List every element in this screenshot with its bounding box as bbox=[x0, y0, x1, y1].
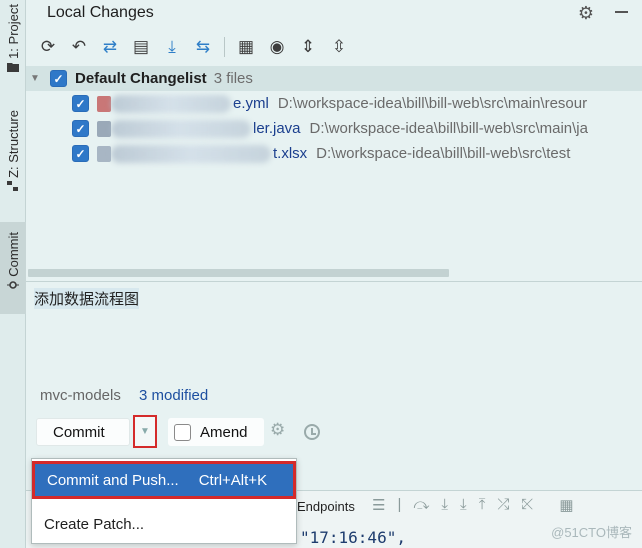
amend-label: Amend bbox=[200, 423, 248, 441]
step-over-icon[interactable]: ⤼ bbox=[413, 496, 429, 518]
step-into-icon[interactable]: ⤓ bbox=[441, 496, 448, 518]
tab-project[interactable]: 1: Project bbox=[0, 4, 26, 75]
branch-name: mvc-models bbox=[40, 387, 121, 404]
file-checkbox[interactable]: ✓ bbox=[72, 95, 89, 112]
history-icon[interactable] bbox=[304, 424, 320, 440]
panel-header: Local Changes ⚙ bbox=[26, 0, 642, 26]
horizontal-scrollbar[interactable] bbox=[28, 269, 449, 277]
modified-link[interactable]: 3 modified bbox=[139, 387, 208, 404]
force-step-icon[interactable]: ⤓ bbox=[460, 496, 467, 518]
endpoints-tab[interactable]: Endpoints bbox=[297, 499, 355, 514]
yaml-file-icon bbox=[97, 95, 111, 112]
file-checkbox[interactable]: ✓ bbox=[72, 145, 89, 162]
commit-options-popup: Commit and Push... Ctrl+Alt+K Create Pat… bbox=[31, 458, 297, 544]
file-path: D:\workspace-idea\bill\bill-web\src\main… bbox=[277, 95, 588, 112]
menu-item-create-patch[interactable]: Create Patch... bbox=[32, 505, 296, 543]
rollback-icon[interactable]: ↶ bbox=[66, 35, 92, 59]
folder-icon bbox=[7, 62, 19, 72]
shelve-icon[interactable]: ▤ bbox=[128, 35, 154, 59]
file-row[interactable]: ✓ t.xlsx D:\workspace-idea\bill\bill-web… bbox=[26, 141, 642, 166]
drop-frame-icon[interactable]: ⤮ bbox=[497, 496, 509, 518]
collapse-icon[interactable]: ⇳ bbox=[326, 35, 352, 59]
menu-item-commit-and-push[interactable]: Commit and Push... Ctrl+Alt+K bbox=[32, 461, 296, 499]
file-path: D:\workspace-idea\bill\bill-web\src\test bbox=[316, 145, 571, 162]
chevron-down-icon: ▼ bbox=[140, 426, 150, 437]
table-icon[interactable]: ▦ bbox=[559, 496, 573, 518]
blurred-filename bbox=[111, 119, 251, 138]
file-name: ler.java bbox=[253, 120, 301, 137]
amend-checkbox-control[interactable]: Amend bbox=[168, 418, 264, 446]
file-name: t.xlsx bbox=[273, 145, 308, 162]
diff-icon[interactable]: ⇄ bbox=[97, 35, 123, 59]
tab-structure[interactable]: Z: Structure bbox=[0, 110, 26, 194]
changelist-checkbox[interactable]: ✓ bbox=[50, 70, 67, 87]
separator-icon: | bbox=[397, 496, 402, 513]
commit-options-gear-icon[interactable]: ⚙ bbox=[270, 420, 285, 440]
collapse-arrow-icon[interactable]: ▼ bbox=[30, 73, 40, 84]
download-icon[interactable]: ⤓ bbox=[159, 35, 185, 59]
tool-window-strip: 1: Project Z: Structure Commit bbox=[0, 0, 26, 548]
expand-icon[interactable]: ⇕ bbox=[295, 35, 321, 59]
blurred-filename bbox=[111, 144, 271, 163]
run-to-cursor-icon[interactable]: ⤪ bbox=[521, 496, 533, 518]
file-checkbox[interactable]: ✓ bbox=[72, 120, 89, 137]
step-out-icon[interactable]: ⤒ bbox=[479, 496, 486, 518]
xlsx-file-icon bbox=[97, 145, 111, 162]
blurred-filename bbox=[111, 94, 231, 113]
commit-button[interactable]: Commit bbox=[36, 418, 130, 446]
menu-item-label: Commit and Push... bbox=[47, 471, 179, 489]
tab-commit-label: Commit bbox=[5, 232, 21, 277]
changes-tree: ▼ ✓ Default Changelist 3 files ✓ e.yml D… bbox=[26, 66, 642, 266]
changelist-name: Default Changelist bbox=[75, 70, 207, 87]
commit-icon bbox=[7, 280, 19, 289]
settings-gear-icon[interactable]: ⚙ bbox=[578, 3, 594, 24]
refresh-icon[interactable]: ⟳ bbox=[35, 35, 61, 59]
tab-commit[interactable]: Commit bbox=[0, 222, 26, 314]
watermark: @51CTO博客 bbox=[551, 525, 632, 540]
changes-toolbar: ⟳ ↶ ⇄ ▤ ⤓ ⇆ ▦ ◉ ⇕ ⇳ bbox=[26, 34, 352, 60]
panel-title: Local Changes bbox=[47, 4, 154, 21]
move-icon[interactable]: ⇆ bbox=[190, 35, 216, 59]
structure-icon bbox=[7, 180, 18, 191]
background-toolbar: ☰ | ⤼ ⤓ ⤓ ⤒ ⤮ ⤪ ▦ bbox=[372, 496, 574, 518]
commit-message-text: 添加数据流程图 bbox=[34, 288, 140, 309]
amend-checkbox[interactable] bbox=[174, 423, 191, 441]
commit-options-dropdown[interactable]: ▼ bbox=[133, 415, 157, 448]
file-path: D:\workspace-idea\bill\bill-web\src\main… bbox=[309, 120, 588, 137]
file-row[interactable]: ✓ e.yml D:\workspace-idea\bill\bill-web\… bbox=[26, 91, 642, 116]
menu-item-label: Create Patch... bbox=[44, 515, 145, 533]
code-snippet: "17:16:46", bbox=[300, 528, 406, 547]
commit-button-label: Commit bbox=[53, 423, 105, 441]
changelist-count: 3 files bbox=[213, 70, 253, 87]
changelist-row[interactable]: ▼ ✓ Default Changelist 3 files bbox=[26, 66, 642, 91]
file-row[interactable]: ✓ ler.java D:\workspace-idea\bill\bill-w… bbox=[26, 116, 642, 141]
lines-icon[interactable]: ☰ bbox=[372, 496, 385, 518]
minimize-icon[interactable] bbox=[615, 11, 628, 13]
status-row: mvc-models 3 modified bbox=[40, 387, 208, 404]
file-name: e.yml bbox=[233, 95, 269, 112]
java-file-icon bbox=[97, 120, 111, 137]
group-icon[interactable]: ▦ bbox=[233, 35, 259, 59]
menu-item-shortcut: Ctrl+Alt+K bbox=[198, 471, 268, 489]
tab-project-label: 1: Project bbox=[5, 4, 21, 59]
eye-icon[interactable]: ◉ bbox=[264, 35, 290, 59]
tab-structure-label: Z: Structure bbox=[5, 110, 21, 178]
toolbar-separator bbox=[224, 37, 225, 57]
commit-message-editor[interactable]: 添加数据流程图 bbox=[26, 281, 642, 379]
